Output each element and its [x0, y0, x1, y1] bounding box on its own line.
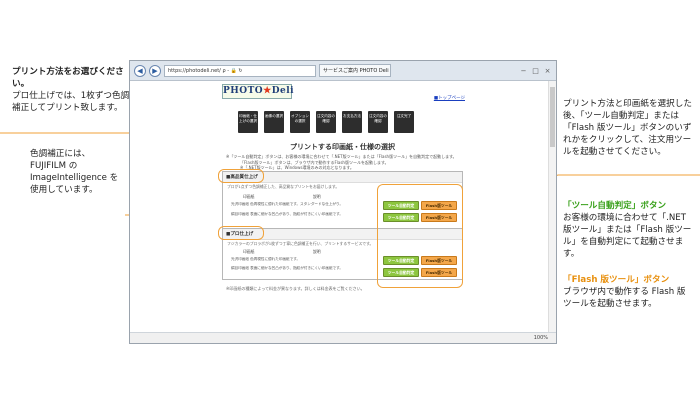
table-row: 絹目印画紙 表面に細かな凹凸があり、指紋が付きにくい印画紙です。: [231, 266, 343, 270]
auto-detect-note-body: お客様の環境に合わせて「.NET 版ツール」または「Flash 版ツール」を自動…: [563, 213, 692, 259]
description-column-header: 説明: [313, 249, 321, 254]
description-line-3: ※「.NET版ツール」は、Windows環境のみの対応となります。: [240, 165, 354, 170]
close-button[interactable]: ×: [543, 67, 552, 75]
step-payment: お支払方法: [342, 111, 362, 133]
print-selection-page: PHOTO★Deli ■トップページ 印画紙・仕上げの選択 画像の選択 オプショ…: [218, 81, 465, 333]
flash-tool-note-title: 「Flash 版ツール」ボタン: [563, 275, 670, 285]
order-steps: 印画紙・仕上げの選択 画像の選択 オプションの選択 注文内容の確認 お支払方法 …: [238, 111, 414, 133]
status-bar: 100%: [130, 332, 556, 343]
paper-column-header: 印画紙: [243, 194, 255, 199]
step-order-complete: 注文完了: [394, 111, 414, 133]
forward-button[interactable]: ▶: [149, 64, 161, 77]
address-bar[interactable]: https://photodeli.net/ ρ - 🔒 ↻: [164, 64, 316, 77]
step-paper-selection: 印画紙・仕上げの選択: [238, 111, 258, 133]
browser-tab[interactable]: サービスご案内 PHOTO Deli ×: [319, 64, 391, 77]
description-column-header: 説明: [313, 194, 321, 199]
step-order-confirm: 注文内容の確認: [368, 111, 388, 133]
step-order-review: 注文内容の確認: [316, 111, 336, 133]
vertical-scrollbar[interactable]: [548, 81, 556, 333]
flash-tool-note: 「Flash 版ツール」ボタン ブラウザ内で動作する Flash 版ツールを起動…: [563, 274, 693, 310]
logo-suffix: Deli: [271, 86, 295, 96]
table-row: 光沢印画紙 色再現性に優れた印画紙です。: [231, 257, 301, 261]
browser-toolbar: ◀ ▶ https://photodeli.net/ ρ - 🔒 ↻ サービスご…: [130, 61, 556, 81]
maximize-button[interactable]: □: [531, 67, 540, 75]
logo-text: PHOTO: [223, 86, 264, 96]
highlight-ring-tool-buttons: [377, 184, 463, 288]
description-line-1: ※「ツール自動判定」ボタンは、お客様の環境に合わせて「.NET版ツール」または「…: [226, 154, 457, 159]
page-title: プリントする印画紙・仕様の選択: [290, 143, 395, 151]
auto-detect-note: 「ツール自動判定」ボタン お客様の環境に合わせて「.NET 版ツール」または「F…: [563, 200, 693, 260]
paper-column-header: 印画紙: [243, 249, 255, 254]
color-correction-note: 色調補正には、FUJIFILM の ImageIntelligence を使用し…: [30, 149, 119, 195]
table-row: 絹目印画紙 表面に細かな凹凸があり、指紋が付きにくい印画紙です。: [231, 212, 343, 216]
print-method-note: プリント方法をお選びください。 プロ仕上げでは、1枚ずつ色調補正してプリント致し…: [12, 66, 134, 114]
pricing-note: ※印画紙の種類によって料金が異なります。詳しくは料金表をご覧ください。: [226, 286, 365, 291]
zoom-level[interactable]: 100%: [534, 335, 548, 341]
logo-star-icon: ★: [263, 86, 272, 96]
step-option-selection: オプションの選択: [290, 111, 310, 133]
highlight-ring-pro-finish: [218, 226, 264, 240]
browser-window: ◀ ▶ https://photodeli.net/ ρ - 🔒 ↻ サービスご…: [129, 60, 557, 344]
scrollbar-thumb[interactable]: [550, 87, 555, 147]
back-button[interactable]: ◀: [134, 64, 146, 77]
tool-launch-note: プリント方法と印画紙を選択した後、「ツール自動判定」または「Flash 版ツール…: [563, 99, 692, 157]
page-viewport: PHOTO★Deli ■トップページ 印画紙・仕上げの選択 画像の選択 オプショ…: [130, 81, 556, 333]
flash-tool-note-body: ブラウザ内で動作する Flash 版ツールを起動させます。: [563, 287, 686, 309]
photodeli-logo[interactable]: PHOTO★Deli: [222, 84, 295, 99]
print-method-body: プロ仕上げでは、1枚ずつ色調補正してプリント致します。: [12, 91, 130, 113]
print-method-title: プリント方法をお選びください。: [12, 67, 124, 89]
top-page-link[interactable]: ■トップページ: [434, 95, 465, 101]
minimize-button[interactable]: −: [519, 67, 528, 75]
auto-detect-note-title: 「ツール自動判定」ボタン: [563, 201, 667, 211]
step-image-selection: 画像の選択: [264, 111, 284, 133]
table-row: 光沢印画紙 色再現性に優れた印画紙です。スタンダードな仕上がり。: [231, 202, 344, 206]
highlight-ring-high-quality: [218, 169, 264, 183]
